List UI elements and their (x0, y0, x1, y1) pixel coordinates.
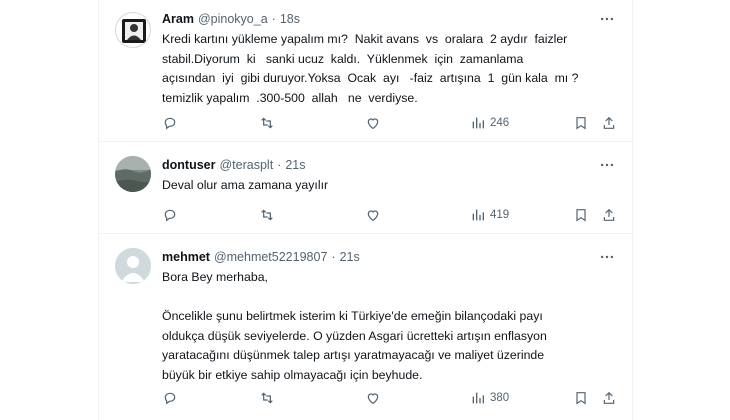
like-button[interactable] (365, 205, 381, 225)
share-icon (603, 116, 615, 129)
reply-icon (164, 117, 176, 130)
reply-button[interactable] (162, 205, 178, 225)
landscape-photo-icon (115, 156, 151, 192)
tweet[interactable]: mehmet @mehmet52219807 · 21s Bora Bey me… (99, 234, 634, 420)
separator-dot: · (271, 12, 276, 26)
like-button[interactable] (365, 388, 381, 408)
retweet-icon (261, 392, 273, 404)
more-dots-icon (600, 255, 614, 259)
default-profile-icon (115, 248, 151, 284)
tweet-header: mehmet @mehmet52219807 · 21s (162, 248, 622, 266)
views-button[interactable]: 380 (470, 388, 509, 408)
tweet[interactable]: Aram @pinokyo_a · 18s Kredi kartını yükl… (99, 0, 634, 142)
tweet-header: Aram @pinokyo_a · 18s (162, 10, 622, 28)
views-count: 380 (490, 392, 510, 404)
more-options-button[interactable] (598, 10, 616, 28)
display-name[interactable]: Aram (162, 12, 194, 26)
heart-icon (367, 210, 379, 222)
views-count: 419 (490, 209, 510, 221)
reply-icon (164, 209, 176, 222)
like-button[interactable] (365, 113, 381, 133)
retweet-icon (261, 117, 273, 129)
bookmark-icon (576, 392, 586, 405)
tweet-actions: 246 (162, 113, 617, 133)
bookmark-icon (576, 117, 586, 130)
analytics-icon (472, 392, 484, 404)
bookmark-button[interactable] (573, 113, 589, 133)
reply-icon (164, 392, 176, 405)
reply-button[interactable] (162, 113, 178, 133)
more-options-button[interactable] (598, 156, 616, 174)
avatar[interactable] (115, 248, 151, 284)
bookmark-button[interactable] (573, 388, 589, 408)
heart-icon (367, 118, 379, 130)
analytics-icon (472, 117, 484, 129)
views-button[interactable]: 419 (470, 205, 509, 225)
share-icon (603, 391, 615, 404)
bookmark-button[interactable] (573, 205, 589, 225)
tweet-actions: 380 (162, 388, 617, 408)
bookmark-icon (576, 209, 586, 222)
more-dots-icon (600, 163, 614, 167)
share-button[interactable] (601, 388, 617, 408)
timestamp[interactable]: 21s (340, 250, 360, 264)
retweet-icon (261, 209, 273, 221)
views-count: 246 (490, 117, 510, 129)
tweet-header: dontuser @terasplt · 21s (162, 156, 622, 174)
timestamp[interactable]: 18s (280, 12, 300, 26)
timeline: Aram @pinokyo_a · 18s Kredi kartını yükl… (98, 0, 634, 420)
tweet-text: Bora Bey merhaba, Öncelikle şunu belirtm… (162, 270, 547, 382)
tweet-text: Kredi kartını yükleme yapalım mı? Nakit … (162, 32, 579, 105)
display-name[interactable]: mehmet (162, 250, 210, 264)
tweet-actions: 419 (162, 205, 617, 225)
framed-portrait-icon (122, 19, 146, 43)
views-button[interactable]: 246 (470, 113, 509, 133)
separator-dot: · (331, 250, 336, 264)
share-button[interactable] (601, 113, 617, 133)
user-handle[interactable]: @mehmet52219807 (214, 250, 327, 264)
separator-dot: · (277, 158, 282, 172)
user-handle[interactable]: @terasplt (219, 158, 273, 172)
more-options-button[interactable] (598, 248, 616, 266)
share-icon (603, 208, 615, 221)
retweet-button[interactable] (259, 388, 275, 408)
avatar[interactable] (115, 156, 151, 192)
retweet-button[interactable] (259, 205, 275, 225)
tweet[interactable]: dontuser @terasplt · 21s Deval olur ama … (99, 142, 634, 234)
share-button[interactable] (601, 205, 617, 225)
reply-button[interactable] (162, 388, 178, 408)
heart-icon (367, 393, 379, 405)
tweet-text: Deval olur ama zamana yayılır (162, 178, 329, 192)
user-handle[interactable]: @pinokyo_a (198, 12, 268, 26)
retweet-button[interactable] (259, 113, 275, 133)
timestamp[interactable]: 21s (285, 158, 305, 172)
analytics-icon (472, 209, 484, 221)
display-name[interactable]: dontuser (162, 158, 215, 172)
more-dots-icon (600, 17, 614, 21)
avatar[interactable] (115, 12, 151, 48)
